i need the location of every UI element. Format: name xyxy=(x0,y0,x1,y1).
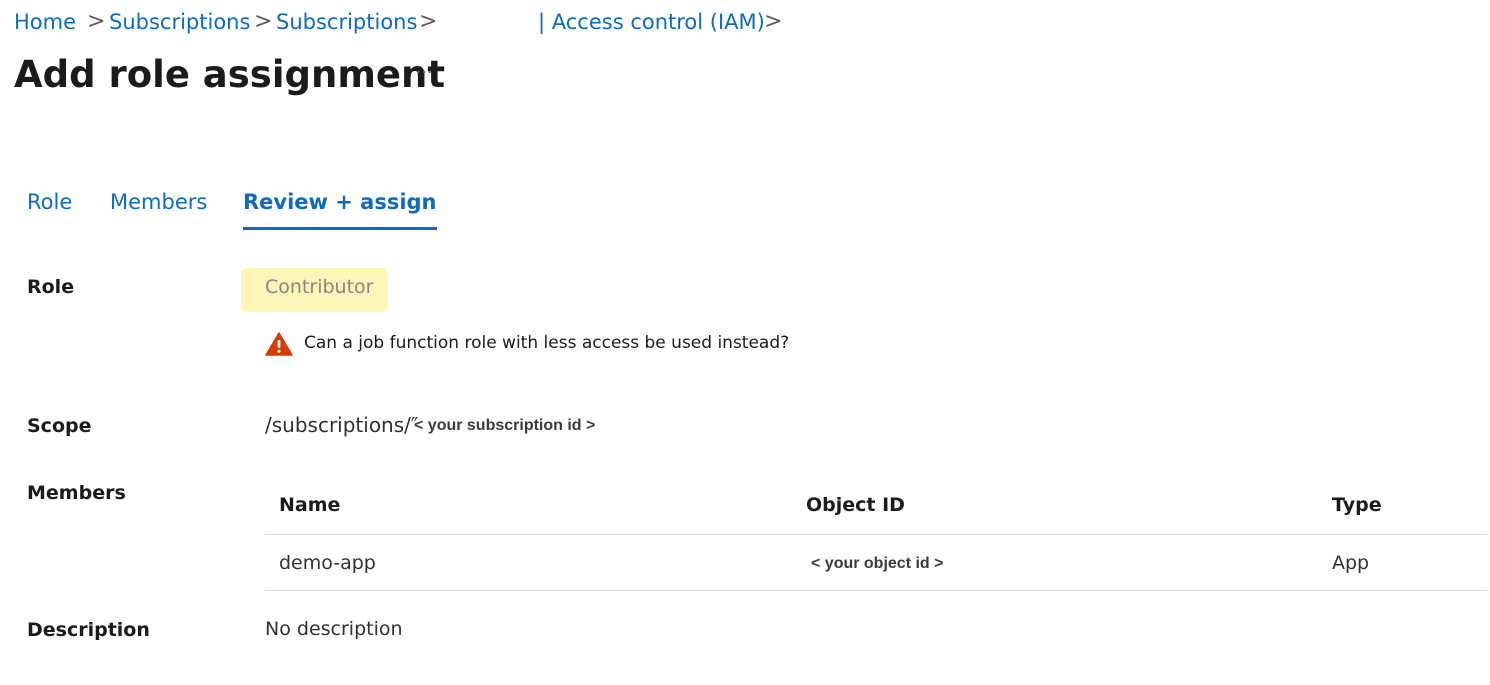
more-options-button[interactable]: ··· xyxy=(412,58,436,88)
tab-review-assign[interactable]: Review + assign xyxy=(243,185,437,230)
breadcrumb-access-control-link[interactable]: | Access control (IAM) xyxy=(538,9,765,35)
breadcrumb-subscription-link[interactable]: Subscriptions xyxy=(276,9,417,35)
page-title: Add role assignment xyxy=(14,53,446,96)
tab-role[interactable]: Role xyxy=(27,185,72,227)
warning-triangle-icon xyxy=(265,332,293,356)
add-role-assignment-page: Home > Subscriptions > Subscriptions > |… xyxy=(0,0,1490,685)
title-row: Add role assignment ··· xyxy=(14,50,614,100)
column-header-name: Name xyxy=(279,494,341,516)
members-label: Members xyxy=(27,482,126,504)
column-header-type: Type xyxy=(1332,494,1382,516)
breadcrumb-home-link[interactable]: Home xyxy=(14,9,76,35)
warning-text: Can a job function role with less access… xyxy=(304,333,790,353)
column-header-object-id: Object ID xyxy=(806,494,905,516)
member-type-cell: App xyxy=(1332,552,1370,574)
subscription-id-placeholder: < your subscription id > xyxy=(414,417,596,434)
tab-members[interactable]: Members xyxy=(110,185,207,227)
breadcrumb-separator: > xyxy=(254,9,273,34)
description-label: Description xyxy=(27,619,150,641)
members-table: Name Object ID Type demo-app < your obje… xyxy=(265,476,1487,592)
scope-value: /subscriptions/″ xyxy=(265,413,419,437)
role-warning: Can a job function role with less access… xyxy=(265,332,965,358)
breadcrumb-separator: > xyxy=(419,9,438,34)
row-divider xyxy=(265,590,1487,591)
wizard-tabs: Role Members Review + assign xyxy=(27,185,627,231)
breadcrumb: Home > Subscriptions > Subscriptions > |… xyxy=(14,9,914,35)
role-value: Contributor xyxy=(265,276,374,298)
breadcrumb-separator: > xyxy=(764,9,783,34)
breadcrumb-separator: > xyxy=(87,9,106,34)
header-divider xyxy=(265,534,1487,535)
description-value: No description xyxy=(265,618,403,640)
role-label: Role xyxy=(27,276,75,298)
scope-label: Scope xyxy=(27,415,92,437)
member-name-cell: demo-app xyxy=(279,552,376,574)
member-object-id-cell: < your object id > xyxy=(811,555,944,572)
breadcrumb-subscriptions-link[interactable]: Subscriptions xyxy=(109,9,250,35)
